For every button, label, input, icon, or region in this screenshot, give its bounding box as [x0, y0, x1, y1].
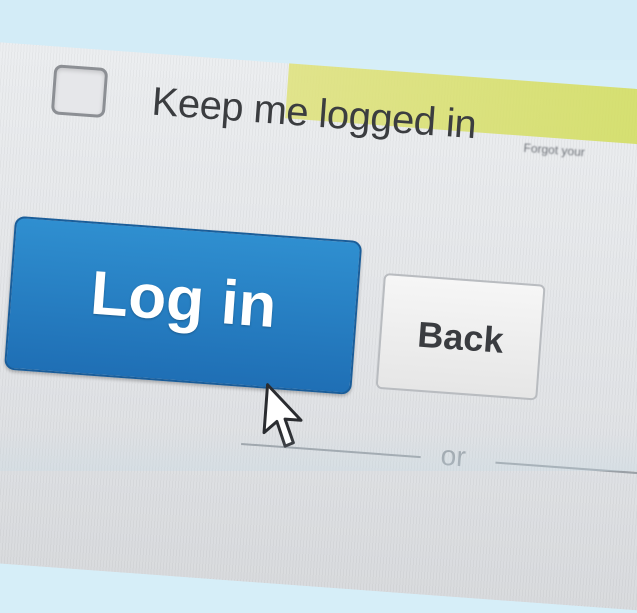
- login-button-label: Log in: [88, 258, 279, 342]
- forgot-password-link[interactable]: Forgot your: [523, 141, 585, 159]
- bottom-shade: [0, 431, 637, 471]
- login-button[interactable]: Log in: [3, 215, 363, 395]
- back-button-label: Back: [416, 313, 505, 361]
- keep-logged-in-checkbox[interactable]: [50, 64, 109, 119]
- login-screen: Keep me logged in Forgot your Log in Bac…: [0, 40, 637, 612]
- back-button[interactable]: Back: [375, 272, 546, 401]
